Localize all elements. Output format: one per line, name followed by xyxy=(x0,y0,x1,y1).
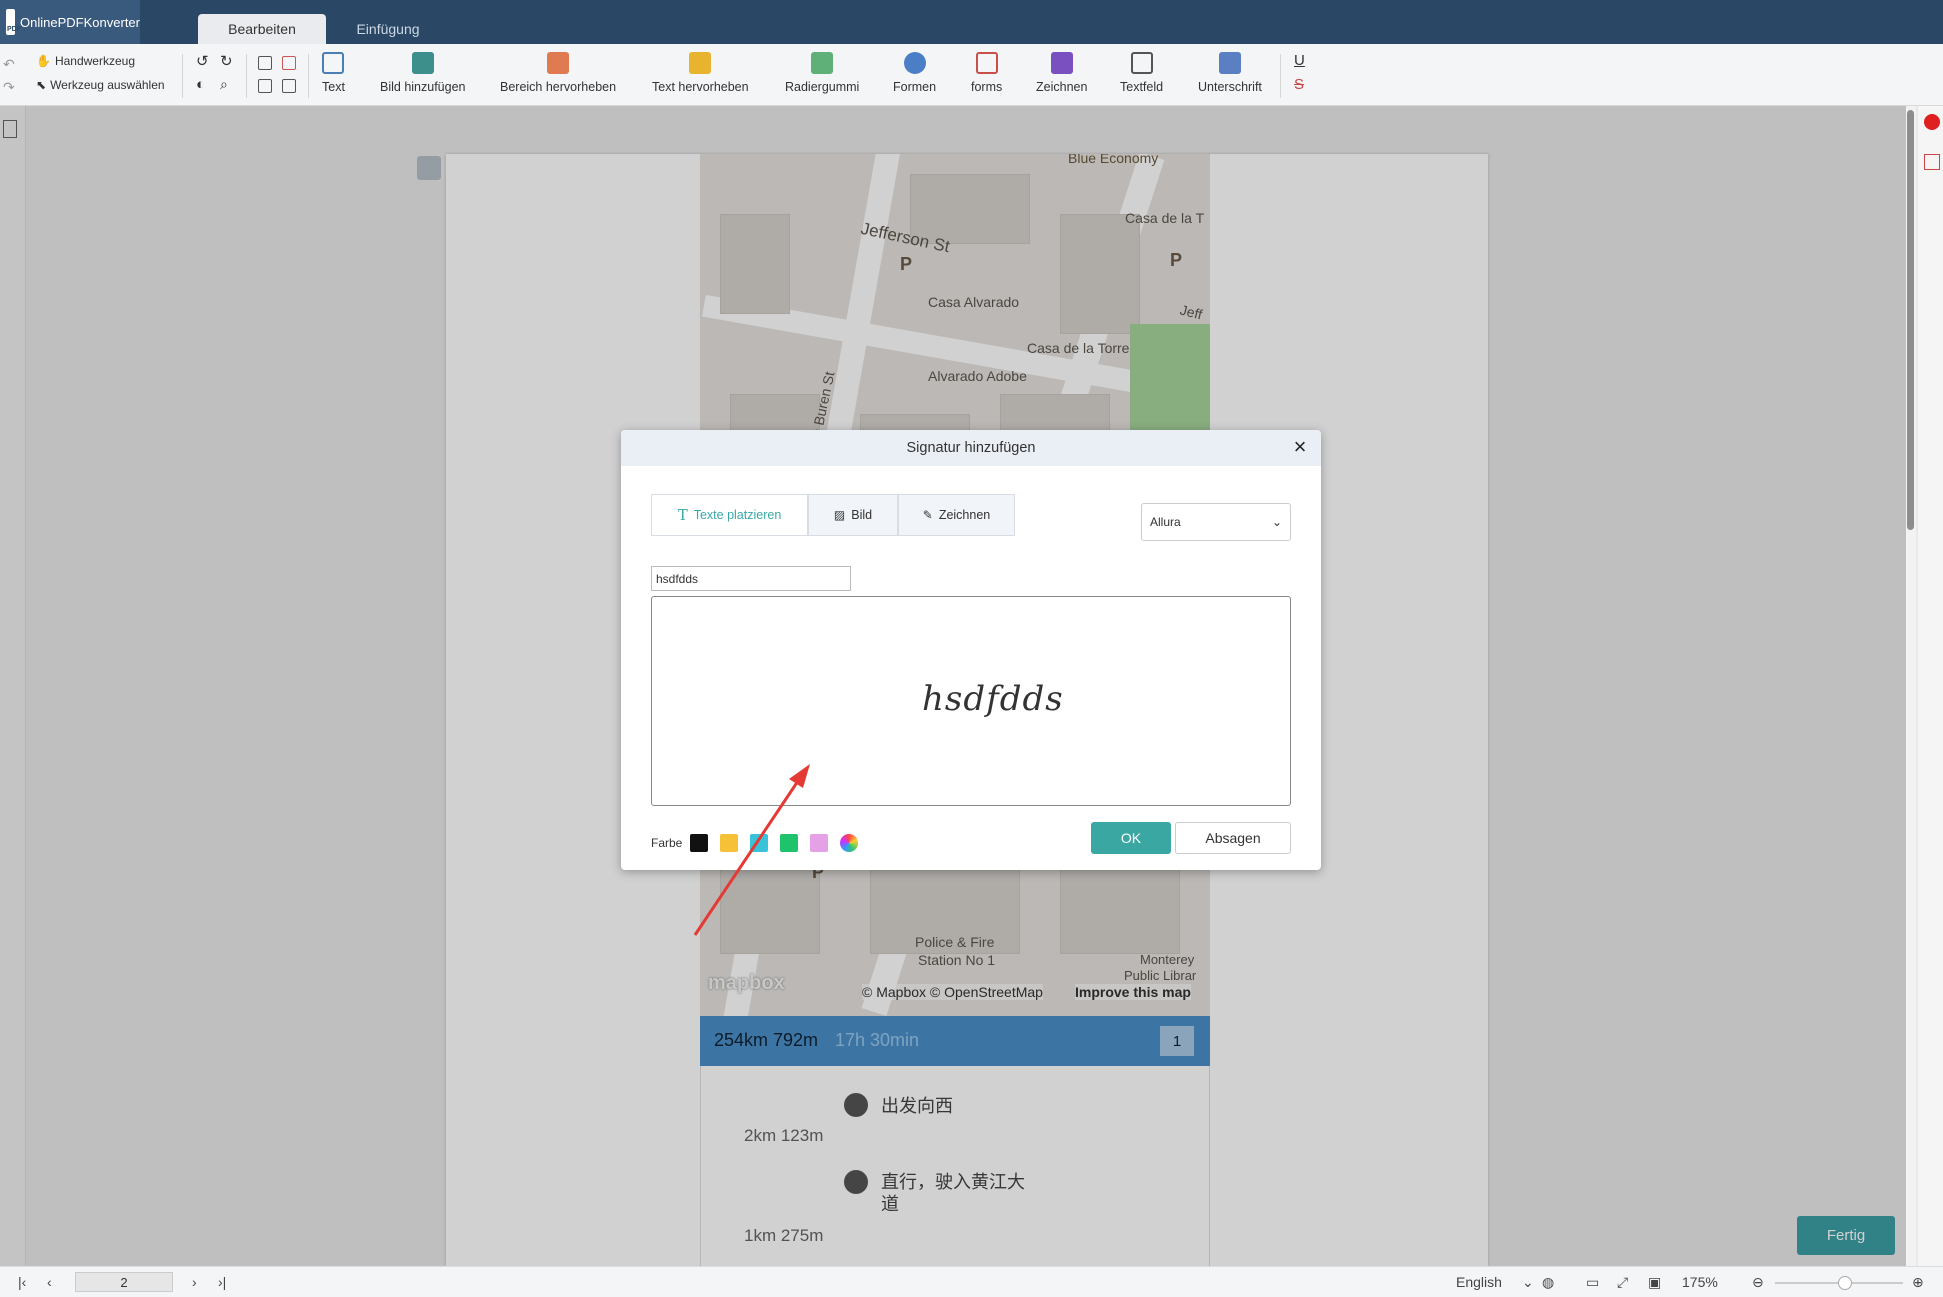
annotation-arrow xyxy=(693,764,810,936)
